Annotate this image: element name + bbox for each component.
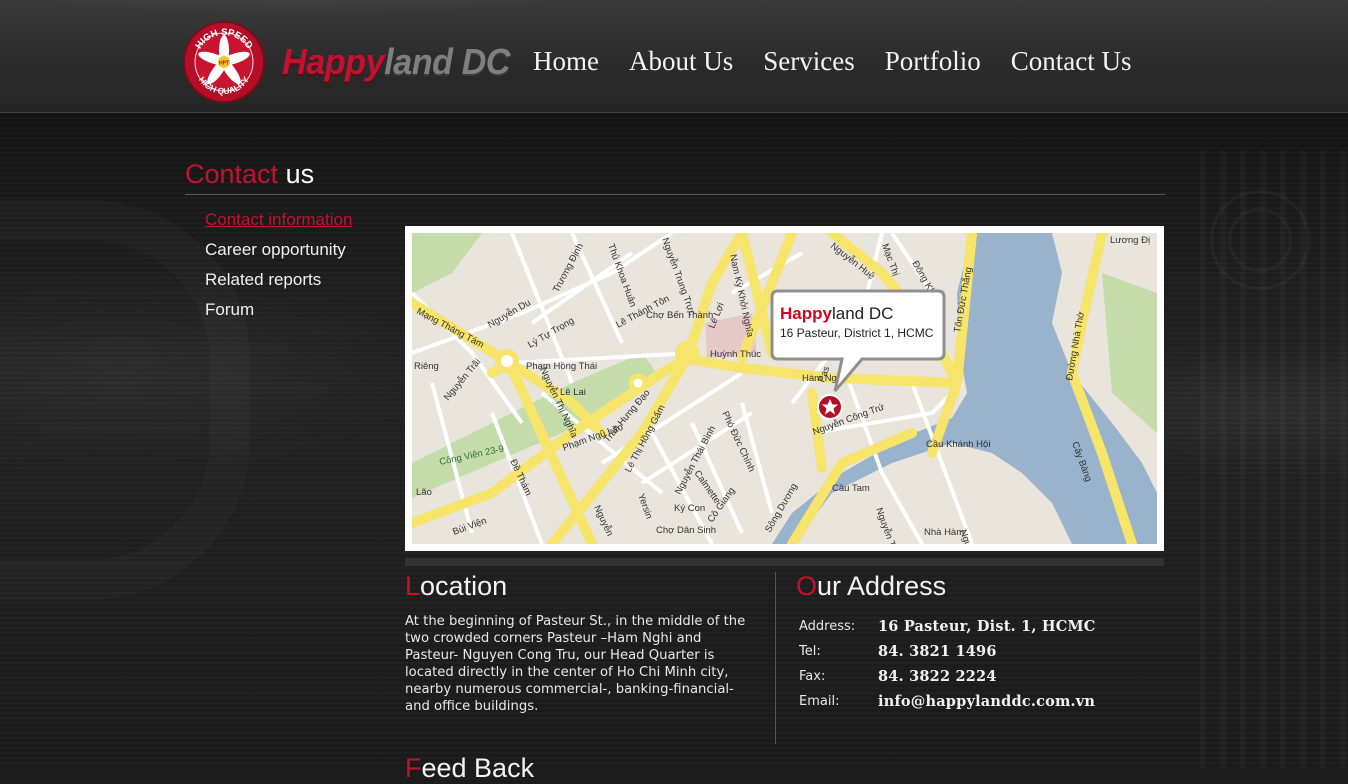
map-label: Cầu Tam <box>832 483 870 494</box>
map-label: Huỳnh Thúc <box>710 349 761 360</box>
map-label: Ký Con <box>674 503 705 514</box>
feedback-heading: Feed Back <box>405 752 534 784</box>
sidebar-item-related-reports[interactable]: Related reports <box>205 265 352 295</box>
address-table: Address: 16 Pasteur, Dist. 1, HCMC Tel: … <box>799 614 1096 714</box>
sidebar-item-forum[interactable]: Forum <box>205 295 352 325</box>
callout-name-red: Happy <box>780 304 833 323</box>
sidebar-nav: Contact information Career opportunity R… <box>205 205 352 325</box>
nav-services[interactable]: Services <box>763 44 854 78</box>
map-roundabout-3 <box>675 341 699 365</box>
brand-name-red: Happy <box>282 41 385 82</box>
sidebar-item-career-opportunity[interactable]: Career opportunity <box>205 235 352 265</box>
map-label: Riêng <box>414 361 439 372</box>
location-map[interactable]: Thủ Khoa Huân Nguyễn Trung Trực Nam Kỳ K… <box>405 226 1164 551</box>
location-heading-first-letter: L <box>405 571 421 601</box>
map-label: Chợ Bến Thành <box>646 310 713 321</box>
map-bottom-bar <box>405 558 1164 566</box>
nav-home[interactable]: Home <box>533 44 599 78</box>
main-nav: Home About Us Services Portfolio Contact… <box>533 44 1131 78</box>
map-label: Phạm Hồng Thái <box>526 361 597 372</box>
address-row: Address: 16 Pasteur, Dist. 1, HCMC <box>799 614 1096 639</box>
map-label: Cầu Khánh Hội <box>926 439 990 450</box>
map-location-marker-icon[interactable] <box>817 394 843 420</box>
background-pillar-ornament <box>1200 150 1348 768</box>
title-divider <box>185 194 1165 195</box>
tel-value[interactable]: 84. 3821 1496 <box>878 639 1096 664</box>
map-canvas[interactable]: Thủ Khoa Huân Nguyễn Trung Trực Nam Kỳ K… <box>412 233 1157 544</box>
address-label: Address: <box>799 619 856 634</box>
site-header: HIGH SPEED HIGH QUALITY HPT Happyland DC… <box>0 0 1348 113</box>
email-row: Email: info@happylanddc.com.vn <box>799 689 1096 714</box>
sidebar-item-contact-information[interactable]: Contact information <box>205 205 352 235</box>
column-divider <box>775 572 776 744</box>
nav-portfolio[interactable]: Portfolio <box>885 44 981 78</box>
nav-about-us[interactable]: About Us <box>629 44 733 78</box>
map-label: Lão <box>416 487 432 498</box>
email-label: Email: <box>799 694 840 709</box>
address-heading: Our Address <box>796 570 946 602</box>
nav-contact-us[interactable]: Contact Us <box>1011 44 1132 78</box>
page-title: Contact us <box>185 157 314 191</box>
location-heading-rest: ocation <box>420 571 508 601</box>
address-heading-first-letter: O <box>796 571 818 601</box>
fax-value: 84. 3822 2224 <box>878 668 997 685</box>
logo-badge-icon[interactable]: HIGH SPEED HIGH QUALITY HPT <box>183 21 265 103</box>
feedback-heading-first-letter: F <box>405 753 422 783</box>
feedback-heading-rest: eed Back <box>421 753 535 783</box>
badge-center-text: HPT <box>219 61 229 67</box>
address-value: 16 Pasteur, Dist. 1, HCMC <box>878 618 1096 635</box>
fax-label: Fax: <box>799 669 826 684</box>
page-title-accent: Contact <box>185 159 279 189</box>
tel-label: Tel: <box>799 644 821 659</box>
brand-wordmark[interactable]: Happyland DC <box>282 41 511 82</box>
address-heading-rest: ur Address <box>817 571 947 601</box>
callout-name-dark: land DC <box>832 304 893 323</box>
fax-row: Fax: 84. 3822 2224 <box>799 664 1096 689</box>
callout-address: 16 Pasteur, District 1, HCMC <box>780 326 934 340</box>
map-roundabout <box>495 349 519 373</box>
brand-name-grey: land DC <box>384 41 511 82</box>
location-heading: Location <box>405 570 507 602</box>
map-label: Lê Lai <box>560 387 586 398</box>
page-title-rest: us <box>278 159 315 189</box>
email-link[interactable]: info@happylanddc.com.vn <box>878 689 1096 714</box>
map-label: Chợ Dân Sinh <box>656 525 716 536</box>
tel-row: Tel: 84. 3821 1496 <box>799 639 1096 664</box>
location-description: At the beginning of Pasteur St., in the … <box>405 614 746 714</box>
map-label: Lương Đị <box>1110 235 1150 246</box>
svg-text:Happyland DC: Happyland DC <box>780 304 893 323</box>
